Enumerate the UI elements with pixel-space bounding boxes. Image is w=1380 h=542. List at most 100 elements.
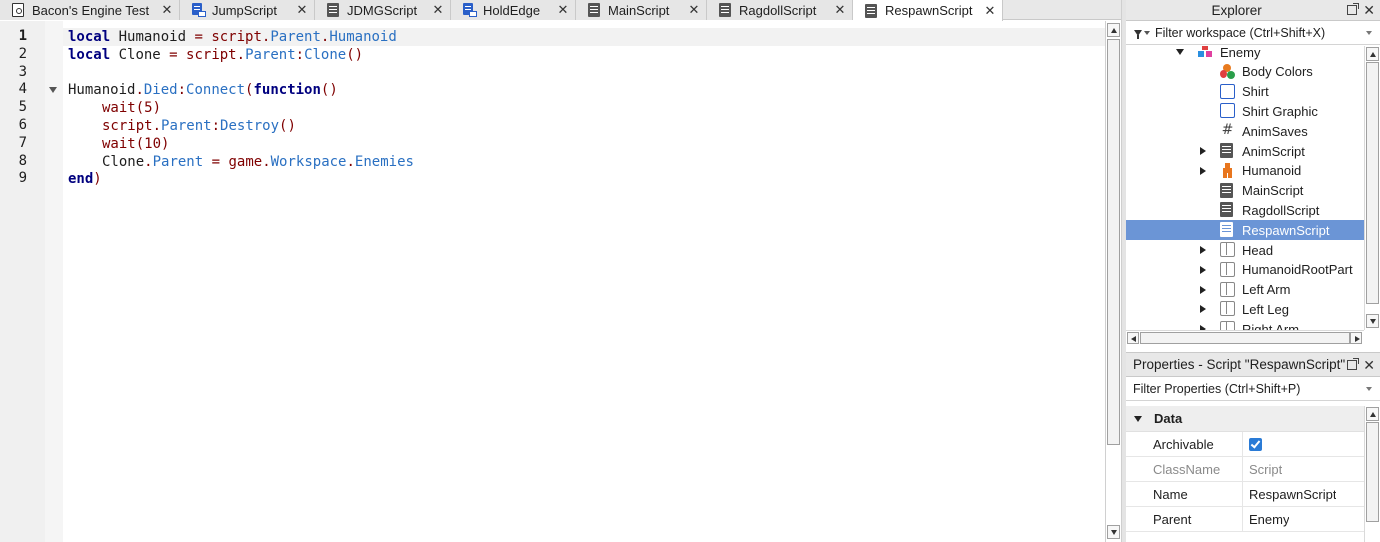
close-icon[interactable]: ✕ xyxy=(296,2,308,18)
tab-holdedge[interactable]: HoldEdge ✕ xyxy=(451,0,576,20)
code-line[interactable]: wait(5) xyxy=(68,99,161,117)
expand-arrow-icon[interactable] xyxy=(1200,265,1206,274)
scroll-down-button[interactable] xyxy=(1366,314,1379,328)
code-token: ) xyxy=(152,100,162,117)
properties-filter-input[interactable]: Filter Properties (Ctrl+Shift+P) xyxy=(1133,382,1366,396)
property-row-parent[interactable]: Parent Enemy xyxy=(1126,506,1364,532)
tab-mainscript[interactable]: MainScript ✕ xyxy=(576,0,707,20)
property-name: Parent xyxy=(1126,506,1243,532)
tree-item-head[interactable]: Head xyxy=(1126,240,1364,260)
tree-item-respawnscript[interactable]: RespawnScript xyxy=(1126,220,1364,241)
tree-item-body-colors[interactable]: Body Colors xyxy=(1126,62,1364,82)
explorer-tree[interactable]: Enemy Body Colors Shirt Shirt Graphic # AnimS… xyxy=(1126,46,1364,330)
code-token: . xyxy=(135,82,144,99)
explorer-filter-input[interactable]: Filter workspace (Ctrl+Shift+X) xyxy=(1155,26,1366,40)
code-line[interactable]: wait(10) xyxy=(68,135,169,153)
properties-vertical-scrollbar[interactable] xyxy=(1364,406,1380,542)
scroll-thumb[interactable] xyxy=(1366,62,1379,304)
scroll-up-button[interactable] xyxy=(1366,407,1379,421)
filter-dropdown-icon[interactable] xyxy=(1366,30,1372,35)
tree-item-animsaves[interactable]: # AnimSaves xyxy=(1126,121,1364,141)
scroll-thumb[interactable] xyxy=(1140,332,1350,344)
tab-jdmgscript[interactable]: JDMGScript ✕ xyxy=(315,0,451,20)
code-token: Clone xyxy=(110,46,170,63)
tree-item-shirt-graphic[interactable]: Shirt Graphic xyxy=(1126,101,1364,121)
filter-dropdown-icon[interactable] xyxy=(1366,386,1372,391)
property-row-classname[interactable]: ClassName Script xyxy=(1126,456,1364,482)
tree-item-right-arm[interactable]: Right Arm xyxy=(1126,319,1364,330)
code-line[interactable]: end) xyxy=(68,170,102,188)
code-line[interactable]: Clone.Parent = game.Workspace.Enemies xyxy=(68,153,414,171)
expand-arrow-icon[interactable] xyxy=(1200,166,1206,175)
scroll-left-button[interactable] xyxy=(1127,332,1139,344)
scroll-up-button[interactable] xyxy=(1366,47,1379,61)
close-icon[interactable]: ✕ xyxy=(834,2,846,18)
editor-vertical-scrollbar[interactable] xyxy=(1105,21,1121,542)
code-token: function xyxy=(253,82,321,99)
property-category-data[interactable]: Data xyxy=(1126,406,1364,432)
close-icon[interactable]: ✕ xyxy=(688,2,700,18)
collapse-arrow-icon[interactable] xyxy=(1176,49,1184,55)
code-line[interactable]: local Humanoid = script.Parent.Humanoid xyxy=(63,28,1105,46)
tree-item-enemy[interactable]: Enemy xyxy=(1126,46,1364,62)
collapse-arrow-icon[interactable] xyxy=(1134,415,1142,422)
tab-label: MainScript xyxy=(608,2,670,18)
tree-item-humanoidrootpart[interactable]: HumanoidRootPart xyxy=(1126,260,1364,280)
explorer-horizontal-scrollbar[interactable] xyxy=(1126,330,1364,345)
expand-arrow-icon[interactable] xyxy=(1200,147,1206,155)
filter-icon[interactable] xyxy=(1134,29,1142,39)
code-token: ) xyxy=(93,171,102,188)
close-icon[interactable]: ✕ xyxy=(432,2,444,18)
scroll-down-button[interactable] xyxy=(1107,525,1120,539)
tree-item-shirt[interactable]: Shirt xyxy=(1126,82,1364,102)
close-icon[interactable]: ✕ xyxy=(1363,3,1375,17)
fold-toggle-icon[interactable] xyxy=(49,87,57,94)
expand-arrow-icon[interactable] xyxy=(1200,285,1206,294)
code-line[interactable]: Humanoid.Died:Connect(function() xyxy=(68,81,338,99)
tab-jumpscript[interactable]: JumpScript ✕ xyxy=(180,0,315,20)
tab-label: Bacon's Engine Test xyxy=(32,2,150,18)
chevron-down-icon[interactable] xyxy=(1144,30,1150,35)
explorer-panel: Explorer ✕ Filter workspace (Ctrl+Shift+… xyxy=(1126,0,1380,348)
archivable-checkbox[interactable] xyxy=(1249,438,1262,451)
tab-ragdollscript[interactable]: RagdollScript ✕ xyxy=(707,0,853,20)
expand-arrow-icon[interactable] xyxy=(1200,246,1206,254)
scroll-up-button[interactable] xyxy=(1107,23,1120,37)
property-value[interactable]: RespawnScript xyxy=(1243,487,1336,502)
undock-icon[interactable] xyxy=(1347,3,1360,15)
scroll-thumb[interactable] xyxy=(1366,422,1379,522)
scroll-right-button[interactable] xyxy=(1350,332,1362,344)
property-row-archivable[interactable]: Archivable xyxy=(1126,431,1364,457)
tree-item-mainscript[interactable]: MainScript xyxy=(1126,181,1364,201)
tree-item-left-arm[interactable]: Left Arm xyxy=(1126,280,1364,300)
scroll-thumb[interactable] xyxy=(1107,39,1120,445)
tree-item-ragdollscript[interactable]: RagdollScript xyxy=(1126,200,1364,220)
close-icon[interactable]: ✕ xyxy=(984,3,996,19)
tree-item-left-leg[interactable]: Left Leg xyxy=(1126,299,1364,319)
explorer-filter-bar[interactable]: Filter workspace (Ctrl+Shift+X) xyxy=(1126,21,1380,45)
property-value[interactable] xyxy=(1243,434,1262,454)
tab-bacon-s-engine-test[interactable]: Bacon's Engine Test ✕ xyxy=(0,0,180,20)
code-token: 5 xyxy=(144,100,153,117)
property-row-name[interactable]: Name RespawnScript xyxy=(1126,481,1364,507)
code-token: : xyxy=(295,46,305,63)
close-icon[interactable]: ✕ xyxy=(161,2,173,18)
code-line[interactable]: local Clone = script.Parent:Clone() xyxy=(68,46,363,64)
close-icon[interactable]: ✕ xyxy=(1363,358,1375,372)
property-value[interactable]: Enemy xyxy=(1243,512,1289,527)
code-line[interactable]: script.Parent:Destroy() xyxy=(68,117,296,135)
tab-label: JDMGScript xyxy=(347,2,418,18)
tree-item-animscript[interactable]: AnimScript xyxy=(1126,141,1364,161)
undock-icon[interactable] xyxy=(1347,357,1360,370)
expand-arrow-icon[interactable] xyxy=(1200,305,1206,314)
tree-item-label: AnimScript xyxy=(1242,143,1305,159)
script-editor[interactable]: 123456789 local Humanoid = script.Parent… xyxy=(0,21,1105,542)
tree-item-humanoid[interactable]: Humanoid xyxy=(1126,161,1364,181)
property-value: Script xyxy=(1249,461,1283,477)
tab-respawnscript[interactable]: RespawnScript ✕ xyxy=(853,0,1003,21)
explorer-vertical-scrollbar[interactable] xyxy=(1364,46,1380,330)
close-icon[interactable]: ✕ xyxy=(557,2,569,18)
code-token: = xyxy=(169,46,178,63)
properties-filter-bar[interactable]: Filter Properties (Ctrl+Shift+P) xyxy=(1126,377,1380,401)
code-area[interactable]: local Humanoid = script.Parent.Humanoid l… xyxy=(63,21,1105,542)
